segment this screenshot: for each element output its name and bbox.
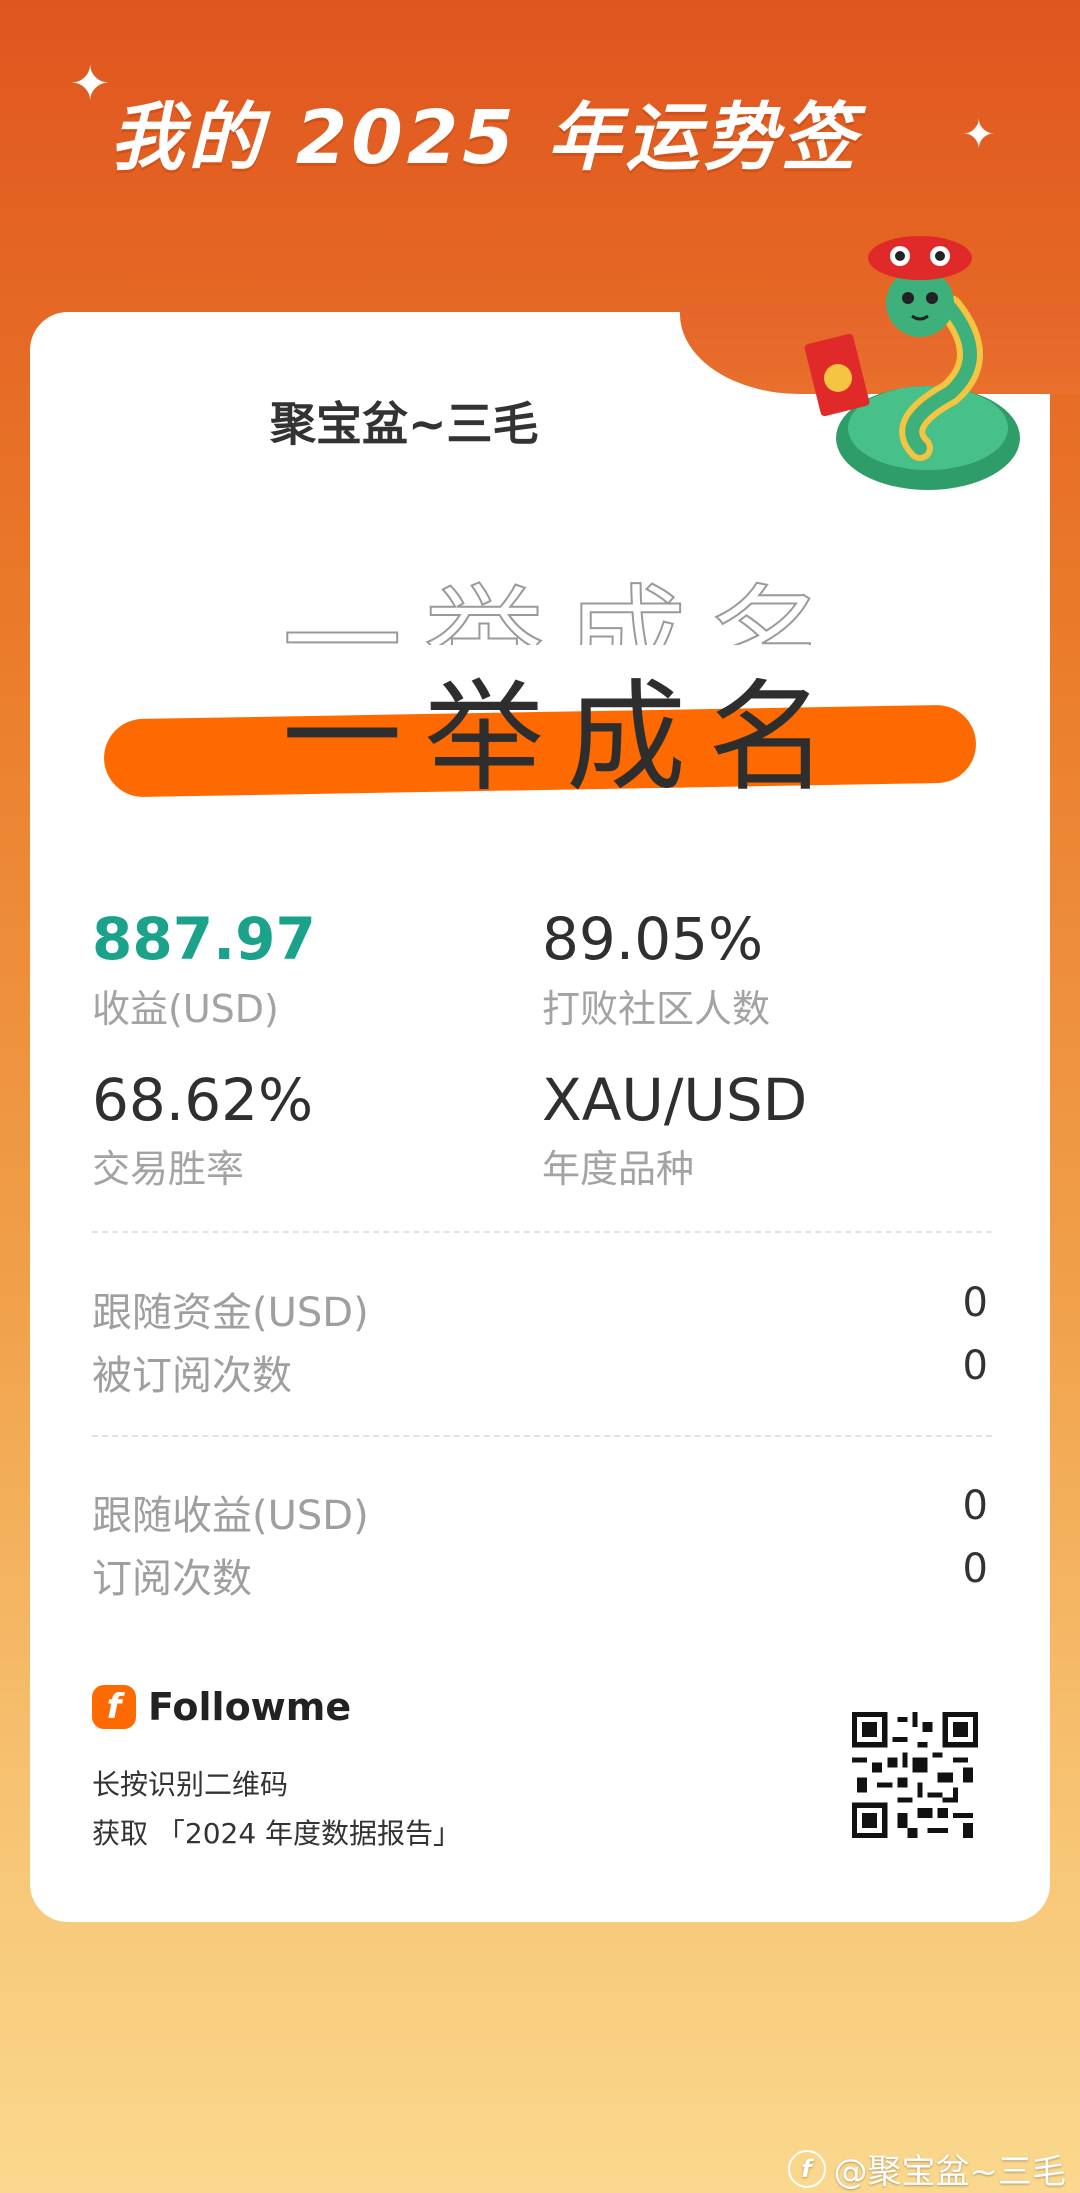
sparkle-icon: ✦: [70, 56, 111, 112]
stat-winrate-value: 68.62%: [92, 1066, 314, 1134]
sparkle-icon: ✦: [962, 112, 996, 158]
qr-code-icon[interactable]: [852, 1712, 978, 1838]
followme-logo-icon: f: [92, 1685, 136, 1729]
divider: [92, 1435, 992, 1437]
stat-profit-value: 887.97: [92, 905, 316, 973]
follow-profit-label: 跟随收益(USD): [92, 1493, 369, 1539]
stat-profit-label: 收益(USD): [92, 987, 279, 1031]
follow-funds-label: 跟随资金(USD): [92, 1290, 369, 1336]
follow-profit-value: 0: [962, 1483, 988, 1529]
report-link-text[interactable]: 获取 「2024 年度数据报告」: [92, 1812, 461, 1852]
stat-symbol-label: 年度品种: [542, 1147, 695, 1191]
slogan-text: 一举成名: [282, 669, 850, 808]
watermark-text: @聚宝盆~三毛: [833, 2152, 1067, 2192]
stat-symbol-value: XAU/USD: [542, 1066, 808, 1134]
watermark: f @聚宝盆~三毛: [787, 2144, 1067, 2193]
slogan-outline: 一举成名: [282, 573, 850, 645]
subscription-count-value: 0: [962, 1546, 988, 1592]
subscribed-count-label: 被订阅次数: [92, 1353, 292, 1399]
qr-instruction: 长按识别二维码: [92, 1768, 289, 1801]
subscription-count-label: 订阅次数: [92, 1556, 252, 1602]
followme-logo-icon: f: [787, 2149, 826, 2188]
stat-winrate-label: 交易胜率: [92, 1147, 245, 1191]
brand-name: Followme: [148, 1685, 352, 1729]
brand: f Followme: [92, 1685, 351, 1729]
user-name: 聚宝盆~三毛: [270, 397, 539, 451]
stat-rank-label: 打败社区人数: [542, 987, 771, 1031]
subscribed-count-value: 0: [962, 1343, 988, 1389]
divider: [92, 1231, 992, 1233]
follow-funds-value: 0: [962, 1280, 988, 1326]
snake-mascot-icon: [804, 236, 1020, 490]
stat-rank-value: 89.05%: [542, 905, 764, 973]
page-title: 我的 2025 年运势签: [110, 95, 860, 181]
